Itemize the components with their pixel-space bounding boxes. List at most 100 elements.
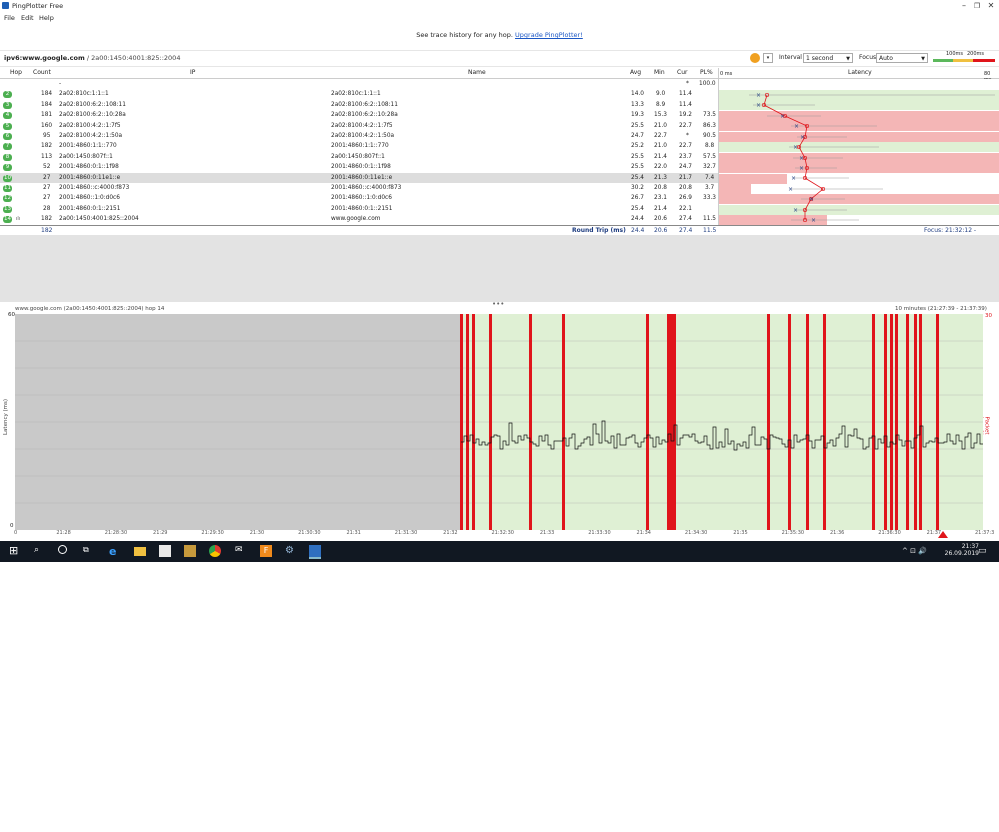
- now-marker-icon: [938, 531, 948, 538]
- packet-loss-bar: [673, 314, 676, 530]
- col-pl[interactable]: PL%: [700, 69, 713, 76]
- cur-cell: 24.7: [679, 164, 692, 171]
- svg-text:×: ×: [756, 102, 761, 109]
- alert-icon[interactable]: [750, 53, 760, 63]
- col-name[interactable]: Name: [468, 69, 486, 76]
- table-row[interactable]: 2 184 2a02:810c:1:1::1 2a02:810c:1:1::1 …: [0, 89, 718, 99]
- upgrade-banner: See trace history for any hop. Upgrade P…: [0, 31, 999, 39]
- ip-cell: 2001:4860:1:1::770: [59, 143, 117, 150]
- x-tick-label: 21:32: [443, 530, 458, 536]
- table-row[interactable]: 5 160 2a02:8100:4:2::1:7f5 2a02:8100:4:2…: [0, 121, 718, 131]
- min-cell: 21.3: [654, 174, 667, 181]
- name-cell: 2001:4860::c:4000:f873: [331, 185, 402, 191]
- notification-icon[interactable]: ▭: [978, 546, 987, 556]
- table-row[interactable]: 4 181 2a02:8100:6:2::10:28a 2a02:8100:6:…: [0, 110, 718, 120]
- svg-text:×: ×: [780, 113, 785, 120]
- table-row[interactable]: 3 184 2a02:8100:6:2::108:11 2a02:8100:6:…: [0, 100, 718, 110]
- avg-cell: 13.3: [631, 101, 644, 108]
- hop-number: 2: [3, 91, 12, 99]
- avg-cell: 30.2: [631, 185, 644, 191]
- name-cell: 2001:4860::1:0:d0c6: [331, 195, 392, 202]
- graph-title: www.google.com (2a00:1450:4001:825::2004…: [15, 306, 165, 312]
- packet-loss-bar: [806, 314, 809, 530]
- network-tool-icon[interactable]: ⚙: [285, 545, 297, 557]
- svg-text:×: ×: [756, 92, 761, 99]
- tray-icons[interactable]: ^ ⊡ 🔊: [902, 547, 927, 555]
- close-icon[interactable]: ✕: [985, 1, 997, 11]
- pl-cell: 86.3: [703, 122, 716, 129]
- name-cell: 2a00:1450:807f::1: [331, 153, 385, 160]
- col-count[interactable]: Count: [33, 69, 51, 76]
- file-explorer-icon[interactable]: [134, 547, 146, 556]
- clock[interactable]: 21:37 26.09.2019: [945, 543, 979, 557]
- name-cell: 2001:4860:1:1::770: [331, 143, 389, 150]
- pl-cell: 7.4: [705, 174, 715, 181]
- col-hop[interactable]: Hop: [10, 69, 22, 76]
- pingplotter-taskbar-icon[interactable]: [309, 545, 321, 559]
- upgrade-link[interactable]: Upgrade PingPlotter!: [515, 31, 583, 39]
- cur-cell: 26.9: [679, 195, 692, 202]
- packet-loss-bar: [489, 314, 492, 530]
- edge-icon[interactable]: e: [109, 545, 121, 558]
- latency-panel: × × × × × × × × × × × × ×: [718, 68, 999, 225]
- name-cell: 2a02:8100:4:2::1:50a: [331, 133, 395, 139]
- x-tick-label: 21:29: [153, 530, 168, 536]
- target-display[interactable]: ipv6:www.google.com / 2a00:1450:4001:825…: [4, 54, 180, 62]
- menu-file[interactable]: File: [4, 14, 15, 22]
- mail-icon[interactable]: ✉: [235, 545, 247, 557]
- search-icon[interactable]: ⌕: [34, 545, 46, 557]
- hop-number: 9: [3, 164, 12, 172]
- focus-select[interactable]: Auto ▼: [876, 53, 928, 63]
- min-cell: 9.0: [656, 91, 666, 98]
- count-cell: 113: [41, 153, 53, 160]
- empty-panel: [0, 235, 999, 302]
- ip-cell: 2a02:8100:6:2::108:11: [59, 101, 126, 108]
- packet-loss-bar: [890, 314, 893, 530]
- avg-cell: 25.4: [631, 174, 644, 181]
- col-avg[interactable]: Avg: [630, 69, 641, 76]
- table-row[interactable]: 6 95 2a02:8100:4:2::1:50a 2a02:8100:4:2:…: [0, 131, 718, 141]
- packet-loss-bar: [936, 314, 939, 530]
- count-cell: 181: [41, 112, 53, 119]
- table-row[interactable]: - * 100.0: [0, 79, 718, 89]
- col-min[interactable]: Min: [654, 69, 665, 76]
- cortana-icon[interactable]: [58, 545, 67, 554]
- x-tick-label: 21:32:30: [491, 530, 514, 536]
- table-row[interactable]: 8 113 2a00:1450:807f::1 2a00:1450:807f::…: [0, 152, 718, 162]
- chrome-icon[interactable]: [209, 545, 221, 557]
- store-icon[interactable]: [159, 545, 171, 557]
- table-row-selected[interactable]: 10 27 2001:4860:0:11e1::e 2001:4860:0:11…: [0, 172, 718, 183]
- windows-start-icon[interactable]: ⊞: [9, 545, 21, 557]
- window-title: PingPlotter Free: [12, 2, 64, 10]
- table-row[interactable]: 9 52 2001:4860:0:1::1f98 2001:4860:0:1::…: [0, 162, 718, 172]
- table-row[interactable]: 14 ılı 182 2a00:1450:4001:825::2004 www.…: [0, 214, 718, 224]
- cur-cell: 23.7: [679, 153, 692, 160]
- minimize-icon[interactable]: –: [958, 1, 970, 11]
- table-row[interactable]: 12 27 2001:4860::1:0:d0c6 2001:4860::1:0…: [0, 193, 718, 203]
- media-icon[interactable]: [184, 545, 196, 557]
- table-row[interactable]: 7 182 2001:4860:1:1::770 2001:4860:1:1::…: [0, 141, 718, 151]
- graph-icon[interactable]: ılı: [16, 214, 20, 224]
- focus-label: Focus: [859, 54, 877, 61]
- task-view-icon[interactable]: ⧉: [83, 545, 95, 557]
- menu-edit[interactable]: Edit: [21, 14, 34, 22]
- pl-cell: 32.7: [703, 164, 716, 171]
- cur-cell: 20.8: [679, 185, 692, 191]
- x-tick-label: 21:28: [56, 530, 71, 536]
- packet-loss-bar: [823, 314, 826, 530]
- count-cell: 52: [43, 164, 51, 171]
- name-cell: 2a02:8100:6:2::108:11: [331, 101, 398, 108]
- menu-help[interactable]: Help: [39, 14, 54, 22]
- y-axis-max: 60: [8, 312, 15, 318]
- col-cur[interactable]: Cur: [677, 69, 687, 76]
- table-row[interactable]: 13 28 2001:4860:0:1::2151 2001:4860:0:1:…: [0, 204, 718, 214]
- interval-select[interactable]: 1 second ▼: [803, 53, 853, 63]
- table-row[interactable]: 11 27 2001:4860::c:4000:f873 2001:4860::…: [0, 183, 718, 193]
- packet-loss-bar: [529, 314, 532, 530]
- graph-range[interactable]: 10 minutes (21:27:39 - 21:37:39): [895, 306, 987, 312]
- maximize-icon[interactable]: ❐: [971, 1, 983, 11]
- col-ip[interactable]: IP: [190, 69, 195, 76]
- chevron-down-icon: ▼: [921, 56, 925, 62]
- alert-dropdown-chevron-icon[interactable]: ▾: [763, 53, 773, 63]
- app-f-icon[interactable]: F: [260, 545, 272, 557]
